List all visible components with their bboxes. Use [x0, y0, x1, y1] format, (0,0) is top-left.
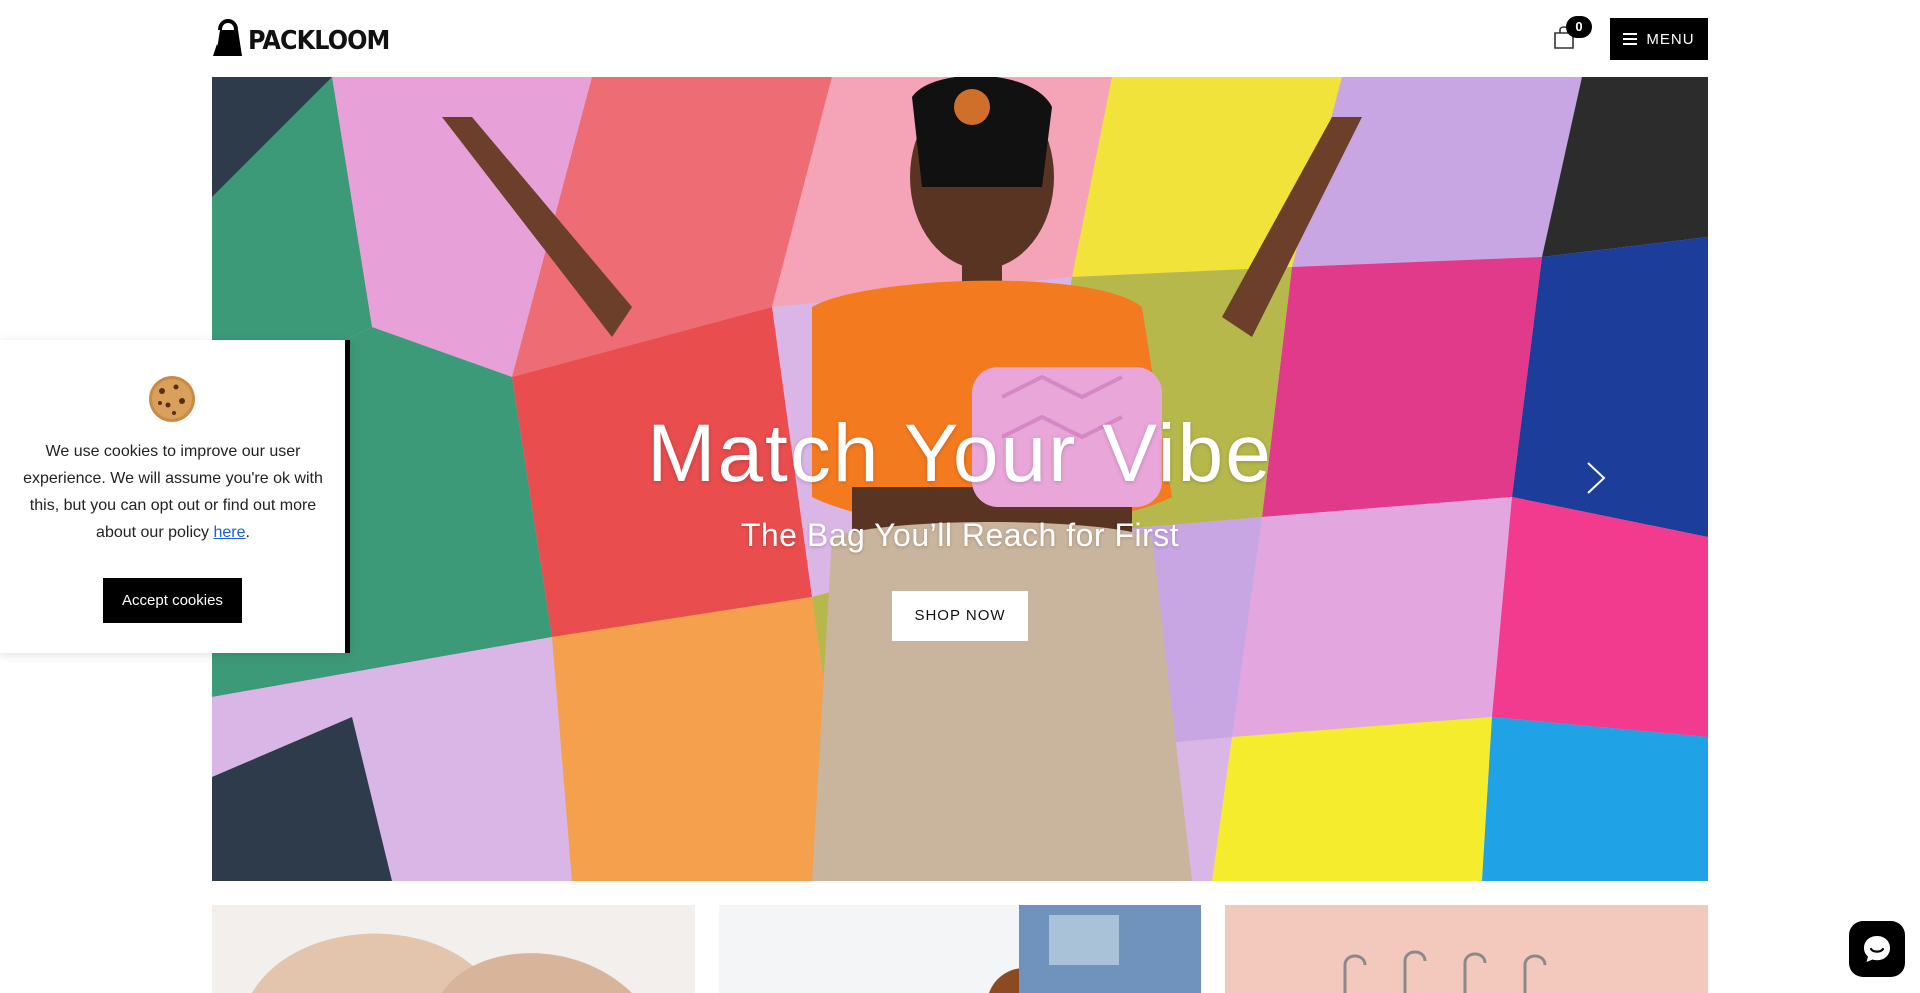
cookie-icon [149, 376, 195, 422]
hero-banner: Match Your Vibe The Bag You’ll Reach for… [212, 77, 1708, 881]
hero-subtitle: The Bag You’ll Reach for First [740, 517, 1180, 553]
cookie-policy-link[interactable]: here [213, 524, 245, 541]
logo-text: PACKLOOM [248, 26, 390, 56]
menu-button[interactable]: MENU [1610, 18, 1708, 60]
category-tile[interactable] [719, 905, 1201, 993]
bag-logo-icon [212, 14, 252, 56]
menu-label: MENU [1646, 30, 1695, 48]
accept-cookies-button[interactable]: Accept cookies [103, 578, 242, 623]
carousel-next-button[interactable] [1584, 461, 1608, 495]
category-image [252, 933, 632, 993]
category-image [1343, 950, 1547, 993]
cart-button[interactable]: 0 [1552, 16, 1596, 56]
hamburger-icon [1623, 33, 1638, 45]
chat-launcher-button[interactable] [1849, 921, 1905, 977]
cookie-consent-popup: We use cookies to improve our user exper… [0, 340, 350, 653]
category-image [719, 905, 1201, 993]
shop-now-button[interactable]: SHOP NOW [892, 591, 1028, 641]
chevron-right-icon [1587, 462, 1606, 494]
category-tile[interactable] [1225, 905, 1708, 993]
site-header: PACKLOOM 0 MENU [0, 0, 1920, 77]
cookie-message-end: . [245, 524, 250, 541]
chat-icon [1864, 936, 1890, 962]
category-tile[interactable] [212, 905, 695, 993]
cookie-message-text: We use cookies to improve our user exper… [23, 443, 323, 541]
site-logo[interactable]: PACKLOOM [212, 14, 402, 56]
hero-title: Match Your Vibe [647, 408, 1273, 499]
cart-count-badge: 0 [1566, 16, 1592, 38]
cookie-message: We use cookies to improve our user exper… [16, 438, 330, 546]
